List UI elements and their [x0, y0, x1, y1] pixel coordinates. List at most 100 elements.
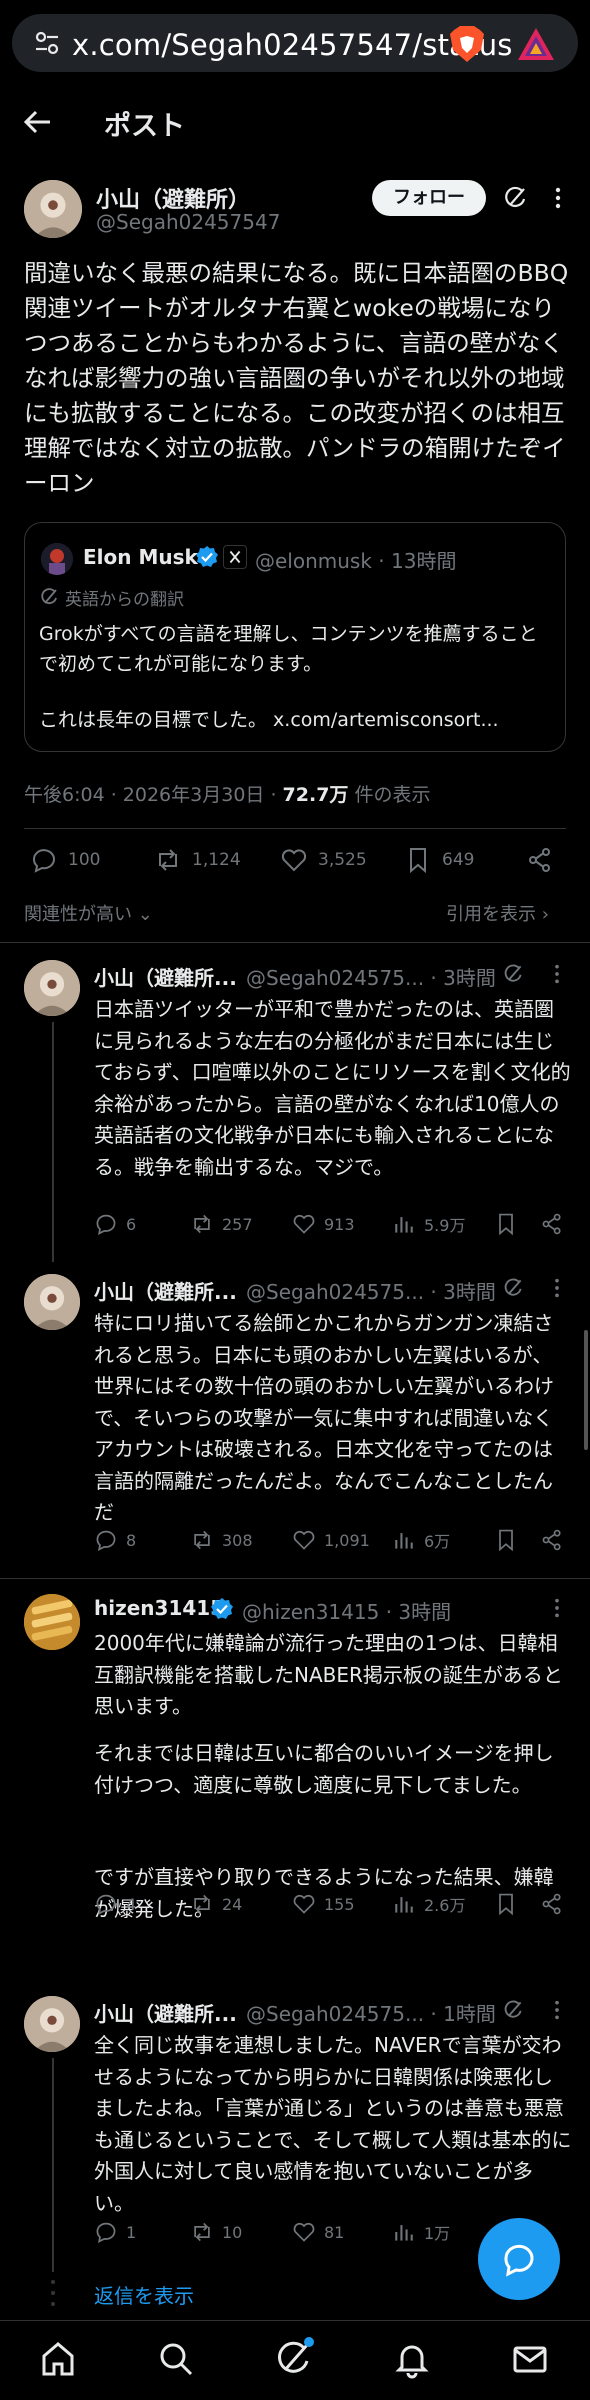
more-options-icon[interactable] [546, 1597, 568, 1619]
views-button[interactable]: 2.6万 [392, 1892, 465, 1916]
bookmark-icon [499, 1893, 513, 1916]
reply-author-avatar[interactable] [24, 1274, 80, 1330]
author-avatar[interactable] [24, 180, 82, 238]
address-bar[interactable]: x.com/Segah02457547/status [12, 14, 578, 72]
avatar-illustration [24, 1594, 80, 1650]
post-action-bar: 100 1,124 3,525 649 [0, 846, 590, 890]
reply-author-avatar[interactable] [24, 1594, 80, 1650]
share-button[interactable] [526, 846, 554, 874]
views-button[interactable]: 6万 [392, 1528, 450, 1552]
rewards-triangle-icon[interactable] [516, 26, 556, 62]
share-button[interactable] [540, 1528, 564, 1552]
heart-icon [293, 1214, 315, 1234]
heart-icon [293, 2222, 315, 2242]
brave-shield-icon[interactable] [448, 24, 486, 64]
heart-icon [281, 849, 307, 872]
views-button[interactable]: 5.9万 [392, 1212, 465, 1236]
scrollbar-thumb[interactable] [584, 1330, 588, 1450]
view-count[interactable]: 72.7万 [283, 784, 349, 806]
repost-count: 1,124 [192, 850, 241, 870]
reply-action-bar: 6 257 913 5.9万 [94, 1212, 570, 1244]
reply-author-handle[interactable]: @Segah024575... · 3時間 [246, 962, 496, 991]
url-text[interactable]: x.com/Segah02457547/status [72, 28, 513, 62]
post-body: 間違いなく最悪の結果になる。既に日本語圏のBBQ関連ツイートがオルタナ右翼とwo… [24, 259, 569, 497]
reply-author-name[interactable]: 小山（避難所... [94, 1998, 237, 2027]
reply-button[interactable]: 6 [94, 1212, 136, 1236]
reply-body: 特にロリ描いてる絵師とかこれからガンガン凍結されると思う。日本にも頭のおかしい左… [94, 1311, 554, 1524]
repost-button[interactable]: 24 [190, 1892, 242, 1916]
post-timestamp[interactable]: 午後6:04 · 2026年3月30日 · [24, 784, 283, 806]
reply-author-name[interactable]: 小山（避難所... [94, 1276, 237, 1305]
like-button[interactable]: 1,091 [292, 1528, 370, 1552]
repost-button[interactable]: 10 [190, 2220, 242, 2244]
like-button[interactable]: 3,525 [280, 846, 367, 874]
nav-grok[interactable] [274, 2337, 314, 2379]
show-replies-link[interactable]: 返信を表示 [94, 2280, 194, 2309]
divider [0, 942, 590, 943]
grok-icon[interactable] [502, 1277, 524, 1299]
repost-icon [194, 2222, 210, 2242]
more-options-icon[interactable] [546, 963, 568, 985]
bottom-navigation [0, 2320, 590, 2400]
like-count: 3,525 [318, 850, 367, 870]
repost-icon [194, 1894, 210, 1914]
like-button[interactable]: 81 [292, 2220, 344, 2244]
nav-messages[interactable] [510, 2339, 550, 2379]
chat-bubble-icon [504, 2244, 534, 2277]
back-arrow-icon[interactable] [20, 104, 56, 140]
nav-notifications[interactable] [392, 2339, 432, 2379]
repost-button[interactable]: 1,124 [154, 846, 241, 874]
reply-sort-dropdown[interactable]: 関連性が高い ⌄ [24, 900, 153, 926]
reply-icon [33, 849, 55, 873]
grok-icon[interactable] [502, 963, 524, 985]
quoted-author-name[interactable]: Elon Musk [83, 545, 198, 569]
reply-author-name[interactable]: hizen31415 [94, 1596, 224, 1620]
share-button[interactable] [540, 1892, 564, 1916]
quoted-author-handle[interactable]: @elonmusk · 13時間 [255, 545, 456, 574]
quoted-post[interactable]: Elon Musk @elonmusk · 13時間 英語からの翻訳 Grokが… [24, 522, 566, 752]
translation-note[interactable]: 英語からの翻訳 [65, 585, 184, 610]
nav-home[interactable] [38, 2339, 78, 2379]
bookmark-button[interactable] [494, 1212, 518, 1236]
heart-icon [293, 1894, 315, 1914]
site-settings-icon[interactable] [34, 30, 60, 56]
repost-button[interactable]: 308 [190, 1528, 253, 1552]
reply-author-handle[interactable]: @Segah024575... · 3時間 [246, 1276, 496, 1305]
mail-icon [513, 2346, 547, 2373]
more-options-icon[interactable] [546, 1277, 568, 1299]
reply-button[interactable]: 100 [30, 846, 100, 874]
bookmark-button[interactable]: 649 [404, 846, 474, 874]
views-button[interactable]: 1万 [392, 2220, 450, 2244]
reply-author-handle[interactable]: @Segah024575... · 1時間 [246, 1998, 496, 2027]
author-handle[interactable]: @Segah02457547 [96, 210, 280, 234]
follow-button[interactable]: フォロー [372, 180, 486, 216]
grok-icon[interactable] [502, 1999, 524, 2021]
compose-reply-button[interactable] [478, 2218, 560, 2300]
reply-body-paragraph-2: それまでは日韓は互いに都合のいいイメージを押し付けつつ、適度に尊敬し適度に見下し… [94, 1741, 554, 1797]
bookmark-button[interactable] [494, 1892, 518, 1916]
more-options-icon[interactable] [546, 186, 570, 210]
reply-button[interactable]: 1 [94, 2220, 136, 2244]
heart-icon [293, 1530, 315, 1550]
reply-count: 100 [68, 850, 101, 870]
repost-button[interactable]: 257 [190, 1212, 253, 1236]
like-button[interactable]: 155 [292, 1892, 355, 1916]
reply-author-avatar[interactable] [24, 960, 80, 1016]
more-options-icon[interactable] [546, 1999, 568, 2021]
quoted-author-avatar[interactable] [41, 543, 73, 575]
grok-icon[interactable] [502, 185, 528, 211]
like-button[interactable]: 913 [292, 1212, 355, 1236]
reply-author-avatar[interactable] [24, 1996, 80, 2052]
views-count: 2.6万 [424, 1896, 466, 1915]
reply-button[interactable]: 4 [94, 1892, 136, 1916]
reply-author-handle[interactable]: @hizen31415 · 3時間 [242, 1596, 451, 1625]
x-affiliate-badge-icon [223, 545, 247, 569]
reply-button[interactable]: 8 [94, 1528, 136, 1552]
bookmark-button[interactable] [494, 1528, 518, 1552]
share-button[interactable] [540, 1212, 564, 1236]
browser-toolbar: x.com/Segah02457547/status [0, 0, 590, 82]
reply-author-name[interactable]: 小山（避難所... [94, 962, 237, 991]
view-quotes-link[interactable]: 引用を表示 › [446, 900, 549, 926]
nav-search[interactable] [156, 2339, 196, 2379]
repost-count: 10 [222, 2222, 243, 2242]
